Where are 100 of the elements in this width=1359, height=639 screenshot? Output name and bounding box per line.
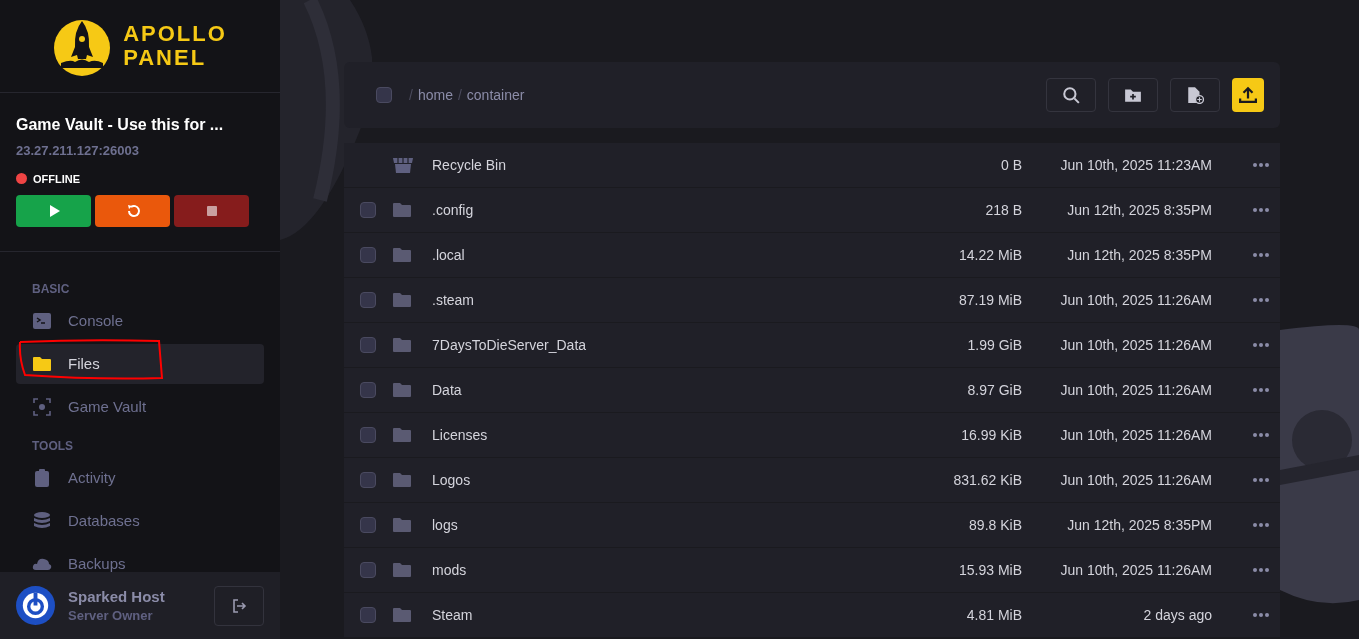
search-button[interactable] bbox=[1046, 78, 1096, 112]
nav-item[interactable]: Databases bbox=[16, 501, 264, 541]
ellipsis-icon bbox=[1252, 432, 1270, 438]
row-checkbox[interactable] bbox=[360, 202, 376, 218]
nav-item[interactable]: Game Vault bbox=[16, 387, 264, 427]
ellipsis-icon bbox=[1252, 252, 1270, 258]
breadcrumb-link[interactable]: container bbox=[466, 84, 525, 106]
section-heading: TOOLS bbox=[31, 438, 75, 455]
ellipsis-icon bbox=[1252, 207, 1270, 213]
modified-date: Jun 10th, 2025 11:23AM bbox=[1059, 155, 1212, 175]
new-file-button[interactable] bbox=[1170, 78, 1220, 112]
file-size: 16.99 KiB bbox=[960, 425, 1022, 445]
row-checkbox[interactable] bbox=[360, 427, 376, 443]
start-button[interactable] bbox=[16, 195, 91, 227]
folder-icon bbox=[392, 246, 412, 264]
path-separator: / bbox=[457, 85, 462, 105]
file-row[interactable]: .config 218 B Jun 12th, 2025 8:35PM bbox=[344, 188, 1280, 232]
brand-name: PANEL bbox=[123, 46, 208, 70]
ellipsis-icon bbox=[1252, 387, 1270, 393]
file-name: Logos bbox=[432, 470, 472, 490]
file-row[interactable]: Recycle Bin 0 B Jun 10th, 2025 11:23AM bbox=[344, 143, 1280, 187]
file-row[interactable]: Licenses 16.99 KiB Jun 10th, 2025 11:26AM bbox=[344, 413, 1280, 457]
file-row[interactable]: .steam 87.19 MiB Jun 10th, 2025 11:26AM bbox=[344, 278, 1280, 322]
logout-icon bbox=[231, 597, 247, 614]
folder-icon bbox=[392, 291, 412, 309]
folder-icon bbox=[392, 561, 412, 579]
folder-plus-icon bbox=[1124, 86, 1142, 104]
ellipsis-icon bbox=[1252, 297, 1270, 303]
user-avatar-power-icon bbox=[16, 586, 55, 625]
ellipsis-icon bbox=[1252, 567, 1270, 573]
file-name: Steam bbox=[432, 605, 474, 625]
breadcrumb-link[interactable]: home bbox=[417, 84, 453, 106]
section-heading: BASIC bbox=[31, 281, 71, 298]
row-checkbox[interactable] bbox=[360, 337, 376, 353]
file-plus-icon bbox=[1186, 86, 1204, 104]
server-name: Game Vault - Use this for ... bbox=[16, 115, 225, 135]
search-icon bbox=[1062, 86, 1080, 104]
terminal-icon bbox=[32, 311, 52, 331]
folder-icon bbox=[392, 381, 412, 399]
file-row[interactable]: .local 14.22 MiB Jun 12th, 2025 8:35PM bbox=[344, 233, 1280, 277]
file-row[interactable]: Steam 4.81 MiB 2 days ago bbox=[344, 593, 1280, 637]
file-name: 7DaysToDieServer_Data bbox=[432, 335, 588, 355]
folder-icon bbox=[392, 516, 412, 534]
ellipsis-icon bbox=[1252, 522, 1270, 528]
path-separator: / bbox=[409, 85, 413, 105]
focus-icon bbox=[32, 397, 52, 417]
file-size: 8.97 GiB bbox=[966, 380, 1022, 400]
modified-date: Jun 12th, 2025 8:35PM bbox=[1066, 245, 1212, 265]
row-checkbox[interactable] bbox=[360, 607, 376, 623]
file-size: 89.8 KiB bbox=[968, 515, 1022, 535]
file-row[interactable]: mods 15.93 MiB Jun 10th, 2025 11:26AM bbox=[344, 548, 1280, 592]
file-name: .local bbox=[432, 245, 466, 265]
ellipsis-icon bbox=[1252, 342, 1270, 348]
modified-date: Jun 12th, 2025 8:35PM bbox=[1066, 200, 1212, 220]
nav-item[interactable]: Files bbox=[16, 344, 264, 384]
file-size: 218 B bbox=[984, 200, 1022, 220]
file-size: 87.19 MiB bbox=[957, 290, 1022, 310]
ellipsis-icon bbox=[1252, 162, 1270, 168]
nav-item[interactable]: Backups bbox=[16, 544, 264, 572]
file-name: logs bbox=[432, 515, 459, 535]
stop-button[interactable] bbox=[174, 195, 249, 227]
new-folder-button[interactable] bbox=[1108, 78, 1158, 112]
clipboard-icon bbox=[32, 468, 52, 488]
file-name: mods bbox=[432, 560, 468, 580]
modified-date: Jun 10th, 2025 11:26AM bbox=[1059, 425, 1212, 445]
modified-date: Jun 10th, 2025 11:26AM bbox=[1059, 470, 1212, 490]
folder-icon bbox=[392, 471, 412, 489]
row-checkbox[interactable] bbox=[360, 292, 376, 308]
file-name: .steam bbox=[432, 290, 475, 310]
select-all-checkbox[interactable] bbox=[376, 87, 392, 103]
row-checkbox[interactable] bbox=[360, 247, 376, 263]
logout-button[interactable] bbox=[214, 585, 264, 626]
row-checkbox[interactable] bbox=[360, 517, 376, 533]
folder-icon bbox=[392, 201, 412, 219]
file-row[interactable]: 7DaysToDieServer_Data 1.99 GiB Jun 10th, 2025 11:26AM bbox=[344, 323, 1280, 367]
brand-name: APOLLO bbox=[123, 22, 227, 46]
file-row[interactable]: Data 8.97 GiB Jun 10th, 2025 11:26AM bbox=[344, 368, 1280, 412]
file-row[interactable]: Logos 831.62 KiB Jun 10th, 2025 11:26AM bbox=[344, 458, 1280, 502]
row-checkbox[interactable] bbox=[360, 382, 376, 398]
database-icon bbox=[32, 511, 52, 531]
user-role: Server Owner bbox=[68, 606, 154, 625]
nav-item[interactable]: Console bbox=[16, 301, 264, 341]
upload-button[interactable] bbox=[1232, 78, 1264, 112]
file-name: Data bbox=[432, 380, 463, 400]
row-checkbox[interactable] bbox=[360, 472, 376, 488]
file-name: .config bbox=[432, 200, 475, 220]
ellipsis-icon bbox=[1252, 612, 1270, 618]
restart-button[interactable] bbox=[95, 195, 170, 227]
modified-date: Jun 10th, 2025 11:26AM bbox=[1059, 560, 1212, 580]
dumpster-icon bbox=[392, 156, 414, 174]
status-label: OFFLINE bbox=[33, 171, 81, 187]
upload-icon bbox=[1239, 86, 1257, 104]
ellipsis-icon bbox=[1252, 477, 1270, 483]
file-size: 14.22 MiB bbox=[957, 245, 1022, 265]
file-row[interactable]: logs 89.8 KiB Jun 12th, 2025 8:35PM bbox=[344, 503, 1280, 547]
modified-date: Jun 12th, 2025 8:35PM bbox=[1066, 515, 1212, 535]
nav-item[interactable]: Activity bbox=[16, 458, 264, 498]
file-size: 831.62 KiB bbox=[952, 470, 1022, 490]
row-checkbox[interactable] bbox=[360, 562, 376, 578]
user-name: Sparked Host bbox=[68, 586, 165, 606]
